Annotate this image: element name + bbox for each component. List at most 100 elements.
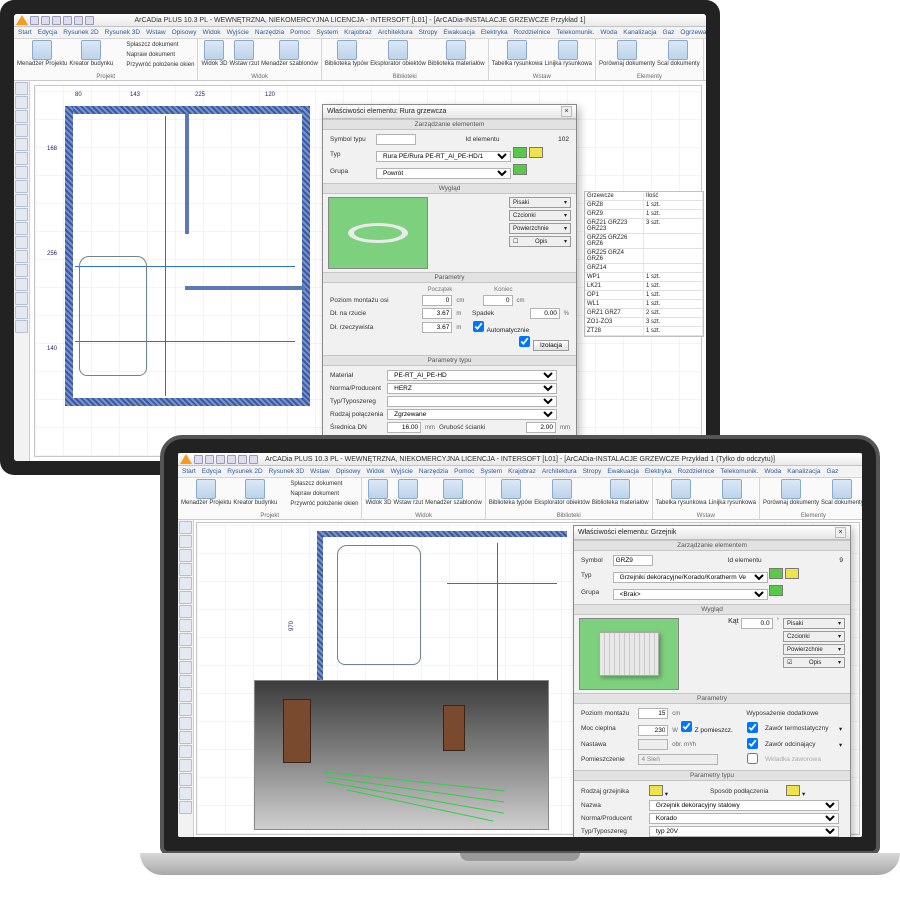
tool-icon[interactable]: [15, 82, 28, 95]
menu-rozd[interactable]: Rozdzielnice: [514, 27, 551, 38]
close-icon[interactable]: ×: [835, 527, 846, 538]
name-select[interactable]: Grzejnik dekoracyjny stalowy: [649, 800, 839, 811]
connection-mode-button[interactable]: [786, 785, 800, 796]
menu-bar[interactable]: Start Edycja Rysunek 2D Rysunek 3D Wstaw…: [14, 27, 706, 39]
connection-select[interactable]: Zgrzewane: [387, 409, 557, 420]
menu-ogrz[interactable]: Ogrzewanie: [680, 27, 706, 38]
add-group-button[interactable]: [769, 585, 783, 596]
menu-rys2d[interactable]: Rysunek 2D: [63, 27, 98, 38]
menu-narzedzia[interactable]: Narzędzia: [255, 27, 284, 38]
menu-stropy[interactable]: Stropy: [419, 27, 438, 38]
type-select[interactable]: Rura PE/Rura PE-RT_Al_PE-HD/1: [376, 151, 511, 162]
surfaces-button[interactable]: Powierzchnie▾: [509, 223, 571, 234]
ribbon-btn-widok3d[interactable]: Widok 3D: [201, 40, 227, 68]
dn-input[interactable]: [387, 422, 421, 433]
series-select[interactable]: typ 20V: [649, 826, 839, 837]
menu-system[interactable]: System: [316, 27, 338, 38]
qat-redo-icon[interactable]: [74, 16, 83, 25]
tool-icon[interactable]: [15, 292, 28, 305]
add-type-button[interactable]: [513, 147, 527, 158]
wall-thickness-input[interactable]: [526, 422, 556, 433]
group-select[interactable]: Powrót: [376, 168, 511, 179]
quick-access-toolbar[interactable]: [194, 454, 258, 465]
fonts-button[interactable]: Czcionki▾: [783, 631, 845, 642]
tool-icon[interactable]: [15, 96, 28, 109]
fonts-button[interactable]: Czcionki▾: [509, 210, 571, 221]
menu-tele[interactable]: Telekomunik.: [556, 27, 594, 38]
qat-icon[interactable]: [227, 455, 236, 464]
type-select[interactable]: Grzejniki dekoracyjne/Korado/Koratherm V…: [613, 572, 768, 583]
insulation-checkbox[interactable]: [518, 336, 531, 347]
tool-icon[interactable]: [15, 320, 28, 333]
pens-button[interactable]: Pisaki▾: [509, 197, 571, 208]
menu-kanal[interactable]: Kanalizacja: [623, 27, 656, 38]
tool-icon[interactable]: [15, 138, 28, 151]
from-room-checkbox[interactable]: [680, 721, 693, 732]
tool-icon[interactable]: [15, 250, 28, 263]
ribbon-btn-linijka[interactable]: Linijka rysunkowa: [545, 40, 592, 68]
menu-edycja[interactable]: Edycja: [38, 27, 58, 38]
description-toggle[interactable]: ☐Opis▾: [509, 236, 571, 247]
dialog-pipe-properties[interactable]: Właściwości elementu: Rura grzewcza × Za…: [322, 104, 577, 461]
menu-woda[interactable]: Woda: [600, 27, 617, 38]
room-input[interactable]: [638, 754, 718, 765]
angle-input[interactable]: [741, 618, 773, 629]
heat-power-input[interactable]: [638, 725, 668, 736]
ribbon-btn-bib-typow[interactable]: Biblioteka typów: [325, 40, 368, 68]
plan-length-input[interactable]: [422, 308, 452, 319]
ribbon-btn-przywroc[interactable]: Przywróć położenie okien: [115, 60, 194, 69]
auto-checkbox[interactable]: [472, 321, 485, 332]
mount-level-input[interactable]: [638, 708, 668, 719]
left-toolbar[interactable]: [14, 81, 30, 461]
menu-wstaw[interactable]: Wstaw: [146, 27, 166, 38]
radiator-type-button[interactable]: [649, 785, 663, 796]
level-start-input[interactable]: [422, 295, 452, 306]
ribbon-btn-tabelka[interactable]: Tabelka rysunkowa: [492, 40, 543, 68]
manufacturer-select[interactable]: Korado: [649, 813, 839, 824]
qat-open-icon[interactable]: [41, 16, 50, 25]
insulation-button[interactable]: Izolacja: [533, 340, 569, 351]
render-3d-viewport[interactable]: [254, 680, 549, 830]
qat-icon[interactable]: [216, 455, 225, 464]
ribbon-btn-bib-mat[interactable]: Biblioteka materiałów: [428, 40, 485, 68]
tool-icon[interactable]: [15, 110, 28, 123]
edit-type-button[interactable]: [785, 568, 799, 579]
add-type-button[interactable]: [769, 568, 783, 579]
tool-icon[interactable]: [15, 180, 28, 193]
level-end-input[interactable]: [483, 295, 513, 306]
real-length-input[interactable]: [422, 322, 452, 333]
qat-icon[interactable]: [249, 455, 258, 464]
dialog-radiator-properties[interactable]: Właściwości elementu: Grzejnik × Zarządz…: [573, 525, 851, 837]
ribbon-btn-szablony[interactable]: Menadżer szablonów: [261, 40, 318, 68]
qat-undo-icon[interactable]: [63, 16, 72, 25]
symbol-input[interactable]: [376, 134, 416, 145]
tool-icon[interactable]: [15, 306, 28, 319]
close-icon[interactable]: ×: [561, 106, 572, 117]
surfaces-button[interactable]: Powierzchnie▾: [783, 644, 845, 655]
ribbon-btn-menadzer-projektu[interactable]: Menadżer Projektu: [17, 40, 67, 69]
menu-gaz[interactable]: Gaz: [662, 27, 674, 38]
menu-rys3d[interactable]: Rysunek 3D: [105, 27, 140, 38]
group-select[interactable]: <Brak>: [613, 589, 768, 600]
menu-pomoc[interactable]: Pomoc: [290, 27, 310, 38]
qat-icon[interactable]: [194, 455, 203, 464]
qat-save-icon[interactable]: [52, 16, 61, 25]
qat-print-icon[interactable]: [85, 16, 94, 25]
tool-icon[interactable]: [15, 194, 28, 207]
ribbon-btn-scal[interactable]: Scal dokumenty: [657, 40, 700, 68]
tool-icon[interactable]: [15, 236, 28, 249]
quick-access-toolbar[interactable]: [30, 15, 94, 26]
menu-start[interactable]: Start: [18, 27, 32, 38]
menu-widok[interactable]: Widok: [203, 27, 221, 38]
material-select[interactable]: PE-RT_Al_PE-HD: [387, 370, 557, 381]
menu-krajobraz[interactable]: Krajobraz: [344, 27, 372, 38]
tool-icon[interactable]: [15, 278, 28, 291]
menu-wyjscie[interactable]: Wyjście: [227, 27, 249, 38]
symbol-input[interactable]: [613, 555, 653, 566]
edit-type-button[interactable]: [529, 147, 543, 158]
shutoff-valve-checkbox[interactable]: [746, 738, 759, 749]
menu-opisowy[interactable]: Opisowy: [172, 27, 197, 38]
menu-elek[interactable]: Elektryka: [481, 27, 508, 38]
setting-input[interactable]: [638, 739, 668, 750]
tool-icon[interactable]: [15, 166, 28, 179]
